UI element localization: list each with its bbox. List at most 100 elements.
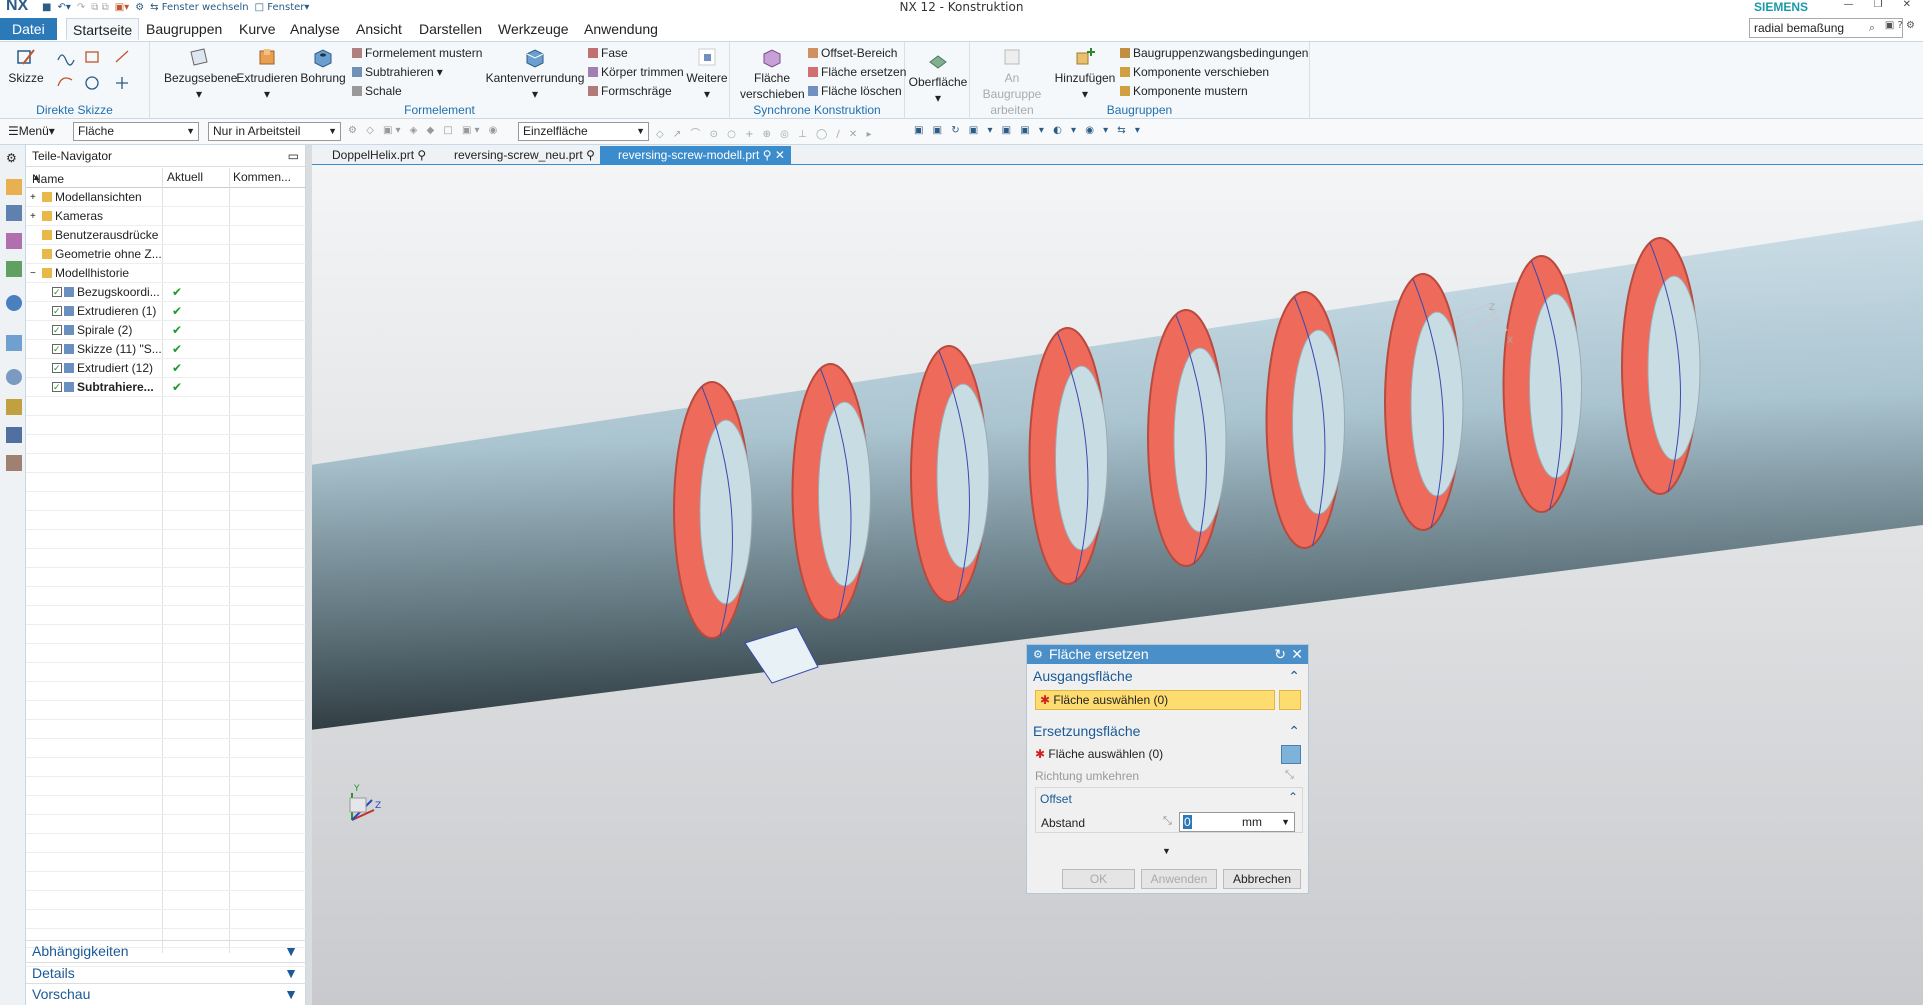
cancel-button[interactable]: Abbrechen: [1223, 869, 1301, 889]
groove-core[interactable]: [1529, 293, 1582, 479]
bohrung-button[interactable]: Bohrung: [298, 46, 348, 86]
history-icon[interactable]: [6, 335, 22, 351]
tree-node[interactable]: ✓ Subtrahiere... ✔: [26, 378, 306, 397]
tree-node[interactable]: + Modellansichten: [26, 188, 306, 207]
view-tools-icons[interactable]: ▣ ▣ ↻ ▣ ▾ ▣ ▣ ▾ ◐ ▾ ◉ ▾ ⇆ ▾: [914, 125, 1143, 136]
tree-node[interactable]: Geometrie ohne Z...: [26, 245, 306, 264]
checkbox-icon[interactable]: ✓: [52, 287, 62, 297]
oberflaeche-button[interactable]: Oberfläche ▾: [907, 50, 969, 106]
offset-section[interactable]: Offset: [1040, 792, 1072, 806]
tab-analyse[interactable]: Analyse: [284, 18, 346, 40]
menu-button[interactable]: ☰Menü▾: [8, 124, 55, 138]
panel-details[interactable]: Details ▼: [26, 962, 306, 982]
groove-core[interactable]: [1410, 311, 1464, 497]
groove-core[interactable]: [1055, 365, 1108, 551]
ok-button[interactable]: OK: [1062, 869, 1135, 889]
web-browser-icon[interactable]: [6, 295, 22, 311]
schale-button[interactable]: Schale: [352, 84, 402, 98]
checkbox-icon[interactable]: ✓: [52, 382, 62, 392]
extrudieren-button[interactable]: Extrudieren ▾: [236, 46, 298, 102]
close-tab-icon[interactable]: ✕: [775, 148, 785, 162]
groove-core[interactable]: [936, 383, 990, 569]
koerper-trimmen-button[interactable]: Körper trimmen: [588, 65, 684, 79]
tab-datei[interactable]: Datei: [0, 18, 57, 40]
section-ausgangsflaeche[interactable]: Ausgangsfläche ⌃: [1033, 668, 1302, 684]
formschraege-button[interactable]: Formschräge: [588, 84, 672, 98]
column-kommentar[interactable]: Kommen...: [233, 170, 291, 184]
komponente-verschieben-button[interactable]: Komponente verschieben: [1120, 65, 1269, 79]
ribbon-options-icon[interactable]: ▣ ? ⚙: [1885, 20, 1915, 31]
expand-icon[interactable]: +: [30, 207, 36, 226]
collapse-tree-icon[interactable]: −: [30, 264, 36, 283]
settings-icon[interactable]: ⚙: [6, 151, 22, 167]
column-aktuell[interactable]: Aktuell: [167, 170, 203, 184]
sketch-tools-icons[interactable]: [54, 48, 134, 92]
tree-node[interactable]: ✓ Extrudieren (1) ✔: [26, 302, 306, 321]
groove-core[interactable]: [1173, 347, 1227, 533]
bezugsebene-button[interactable]: Bezugsebene ▾: [164, 46, 237, 102]
constraint-navigator-icon[interactable]: [6, 205, 22, 221]
tree-node[interactable]: ✓ Bezugskoordi... ✔: [26, 283, 306, 302]
flaeche-verschieben-button[interactable]: Fläche verschieben: [740, 46, 805, 102]
tree-node[interactable]: − Modellhistorie: [26, 264, 306, 283]
type-filter-dropdown[interactable]: Fläche ▼: [73, 122, 199, 141]
face-rule-dropdown[interactable]: Einzelfläche ▼: [518, 122, 649, 141]
process-studio-icon[interactable]: [6, 399, 22, 415]
tab-werkzeuge[interactable]: Werkzeuge: [492, 18, 575, 40]
groove-core[interactable]: [1292, 329, 1345, 515]
dialog-close-icon[interactable]: ✕: [1291, 645, 1303, 664]
replacement-face-selector[interactable]: ✱ Fläche auswählen (0): [1035, 745, 1163, 763]
restore-icon[interactable]: ❐: [1874, 0, 1883, 10]
tree-node[interactable]: + Kameras: [26, 207, 306, 226]
flaeche-loeschen-button[interactable]: Fläche löschen: [808, 84, 902, 98]
abstand-input[interactable]: 0 mm ▼: [1179, 812, 1295, 832]
source-face-selector[interactable]: ✱ Fläche auswählen (0): [1035, 690, 1275, 710]
unit-dropdown[interactable]: mm: [1242, 813, 1262, 831]
kantenverrundung-button[interactable]: Kantenverrundung ▾: [480, 46, 590, 102]
dialog-gear-icon[interactable]: ⚙: [1033, 646, 1043, 665]
weitere-button[interactable]: Weitere ▾: [686, 46, 728, 102]
search-icon[interactable]: ⌕: [1869, 21, 1875, 35]
system-materials-icon[interactable]: [6, 455, 22, 471]
panel-vorschau[interactable]: Vorschau ▼: [26, 983, 306, 1003]
clock-icon[interactable]: [6, 369, 22, 385]
reverse-direction-icon[interactable]: ⤡: [1285, 769, 1294, 782]
tab-kurve[interactable]: Kurve: [233, 18, 282, 40]
tree-node[interactable]: ✓ Skizze (11) "S... ✔: [26, 340, 306, 359]
checkbox-icon[interactable]: ✓: [52, 344, 62, 354]
groove-core[interactable]: [699, 419, 753, 605]
reuse-library-icon[interactable]: [6, 261, 22, 277]
baugruppenzwang-button[interactable]: Baugruppenzwangsbedingungen: [1120, 46, 1308, 60]
command-search-input[interactable]: radial bemaßung: [1749, 18, 1903, 38]
tree-node[interactable]: ✓ Extrudiert (12) ✔: [26, 359, 306, 378]
checkbox-icon[interactable]: ✓: [52, 306, 62, 316]
maximize-icon[interactable]: ▭: [288, 145, 299, 167]
offset-bereich-button[interactable]: Offset-Bereich: [808, 46, 897, 60]
assembly-navigator-icon[interactable]: [6, 179, 22, 195]
panel-abhaengigkeiten[interactable]: Abhängigkeiten ▼: [26, 940, 306, 960]
groove-core[interactable]: [1647, 275, 1701, 461]
roles-icon[interactable]: [6, 427, 22, 443]
expand-icon[interactable]: +: [30, 188, 36, 207]
more-options-icon[interactable]: ▼: [1162, 846, 1171, 856]
tab-ansicht[interactable]: Ansicht: [350, 18, 408, 40]
formula-icon[interactable]: ⤡: [1163, 815, 1172, 828]
flaeche-ersetzen-button[interactable]: Fläche ersetzen: [808, 65, 906, 79]
fase-button[interactable]: Fase: [588, 46, 628, 60]
section-ersetzungsflaeche[interactable]: Ersetzungsfläche ⌃: [1033, 723, 1302, 739]
groove-core[interactable]: [818, 401, 871, 587]
skizze-button[interactable]: Skizze: [6, 46, 46, 86]
select-face-icon[interactable]: [1281, 745, 1301, 764]
snap-point-icons[interactable]: ◇ ↗ ⌒ ⊙ ○ + ⊕ ◎ ⊥ ◯ ∕ ✕ ▸: [656, 125, 874, 140]
tab-reversing-screw-neu[interactable]: reversing-screw_neu.prt ⚲: [436, 146, 601, 165]
tab-doppelhelix[interactable]: DoppelHelix.prt ⚲: [314, 146, 432, 165]
close-icon[interactable]: ✕: [1903, 0, 1911, 10]
hinzufuegen-button[interactable]: Hinzufügen ▾: [1052, 46, 1118, 102]
tab-darstellen[interactable]: Darstellen: [413, 18, 488, 40]
tree-node[interactable]: Benutzerausdrücke: [26, 226, 306, 245]
subtrahieren-button[interactable]: Subtrahieren ▾: [352, 65, 443, 79]
reset-icon[interactable]: ↻: [1274, 645, 1286, 664]
tab-startseite[interactable]: Startseite: [66, 18, 140, 40]
tree-node[interactable]: ✓ Spirale (2) ✔: [26, 321, 306, 340]
minimize-icon[interactable]: —: [1844, 0, 1854, 10]
